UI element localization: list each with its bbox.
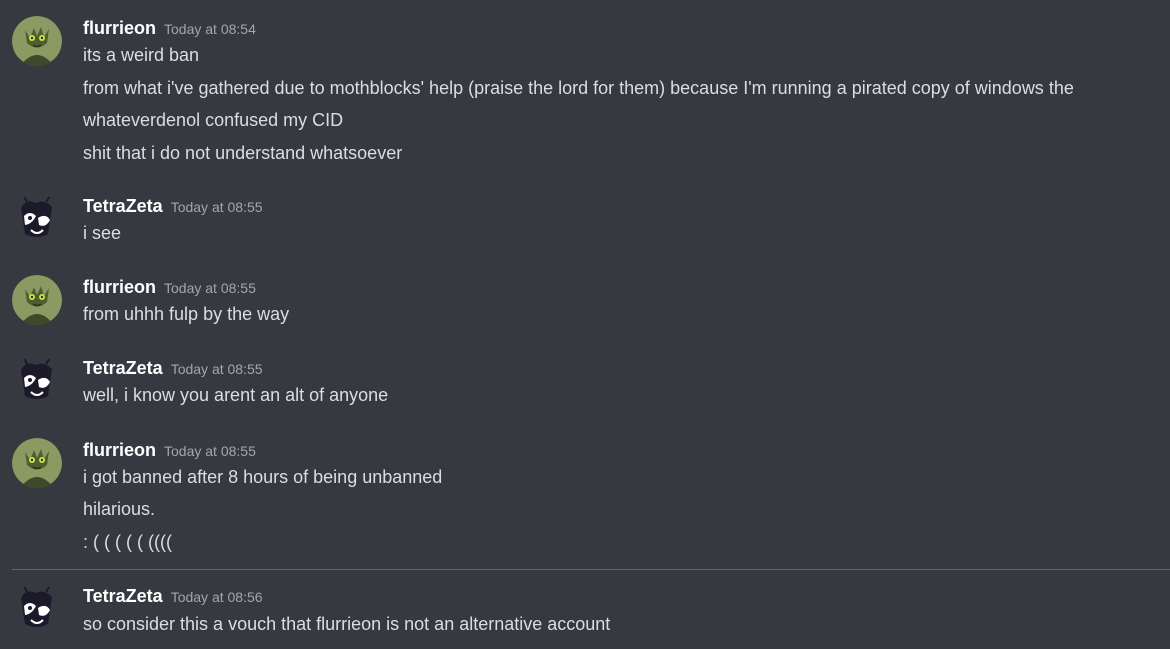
username[interactable]: flurrieon	[83, 277, 156, 297]
message-text: from uhhh fulp by the way	[83, 304, 290, 324]
timestamp: Today at 08:55	[164, 443, 256, 459]
timestamp: Today at 08:55	[164, 280, 256, 296]
message-text: well, i know you arent an alt of anyone	[83, 385, 389, 405]
avatar[interactable]	[12, 584, 62, 634]
username[interactable]: TetraZeta	[83, 358, 163, 378]
message-text: i see	[83, 223, 122, 243]
message-header: flurrieon Today at 08:55	[83, 438, 256, 462]
timestamp: Today at 08:56	[170, 589, 263, 605]
message-text: : ( ( ( ( ( ((((	[83, 532, 172, 552]
message-text: so consider this a vouch that flurrieon …	[83, 614, 611, 634]
avatar[interactable]	[12, 275, 62, 325]
timestamp: Today at 08:55	[170, 361, 263, 377]
message-text: from what i've gathered due to mothblock…	[83, 78, 1074, 98]
avatar[interactable]	[12, 438, 62, 488]
message-text: i got banned after 8 hours of being unba…	[83, 467, 443, 487]
message-text: hilarious.	[83, 499, 156, 519]
username[interactable]: TetraZeta	[83, 196, 163, 216]
message-text: shit that i do not understand whatsoever	[83, 143, 403, 163]
chat-messages: flurrieon Today at 08:54 its a weird ban …	[0, 0, 1170, 649]
message-header: flurrieon Today at 08:55	[83, 275, 256, 299]
avatar[interactable]	[12, 356, 62, 406]
new-messages-divider	[12, 569, 1170, 570]
message-header: flurrieon Today at 08:54	[83, 16, 256, 40]
avatar[interactable]	[12, 16, 62, 66]
username[interactable]: flurrieon	[83, 440, 156, 460]
timestamp: Today at 08:55	[170, 199, 263, 215]
username[interactable]: flurrieon	[83, 18, 156, 38]
message-header: TetraZeta Today at 08:56	[83, 584, 263, 608]
avatar[interactable]	[12, 194, 62, 244]
message-text: its a weird ban	[83, 45, 200, 65]
username[interactable]: TetraZeta	[83, 586, 163, 606]
message-text: whateverdenol confused my CID	[83, 110, 344, 130]
timestamp: Today at 08:54	[164, 21, 256, 37]
message-header: TetraZeta Today at 08:55	[83, 194, 263, 218]
message-header: TetraZeta Today at 08:55	[83, 356, 263, 380]
